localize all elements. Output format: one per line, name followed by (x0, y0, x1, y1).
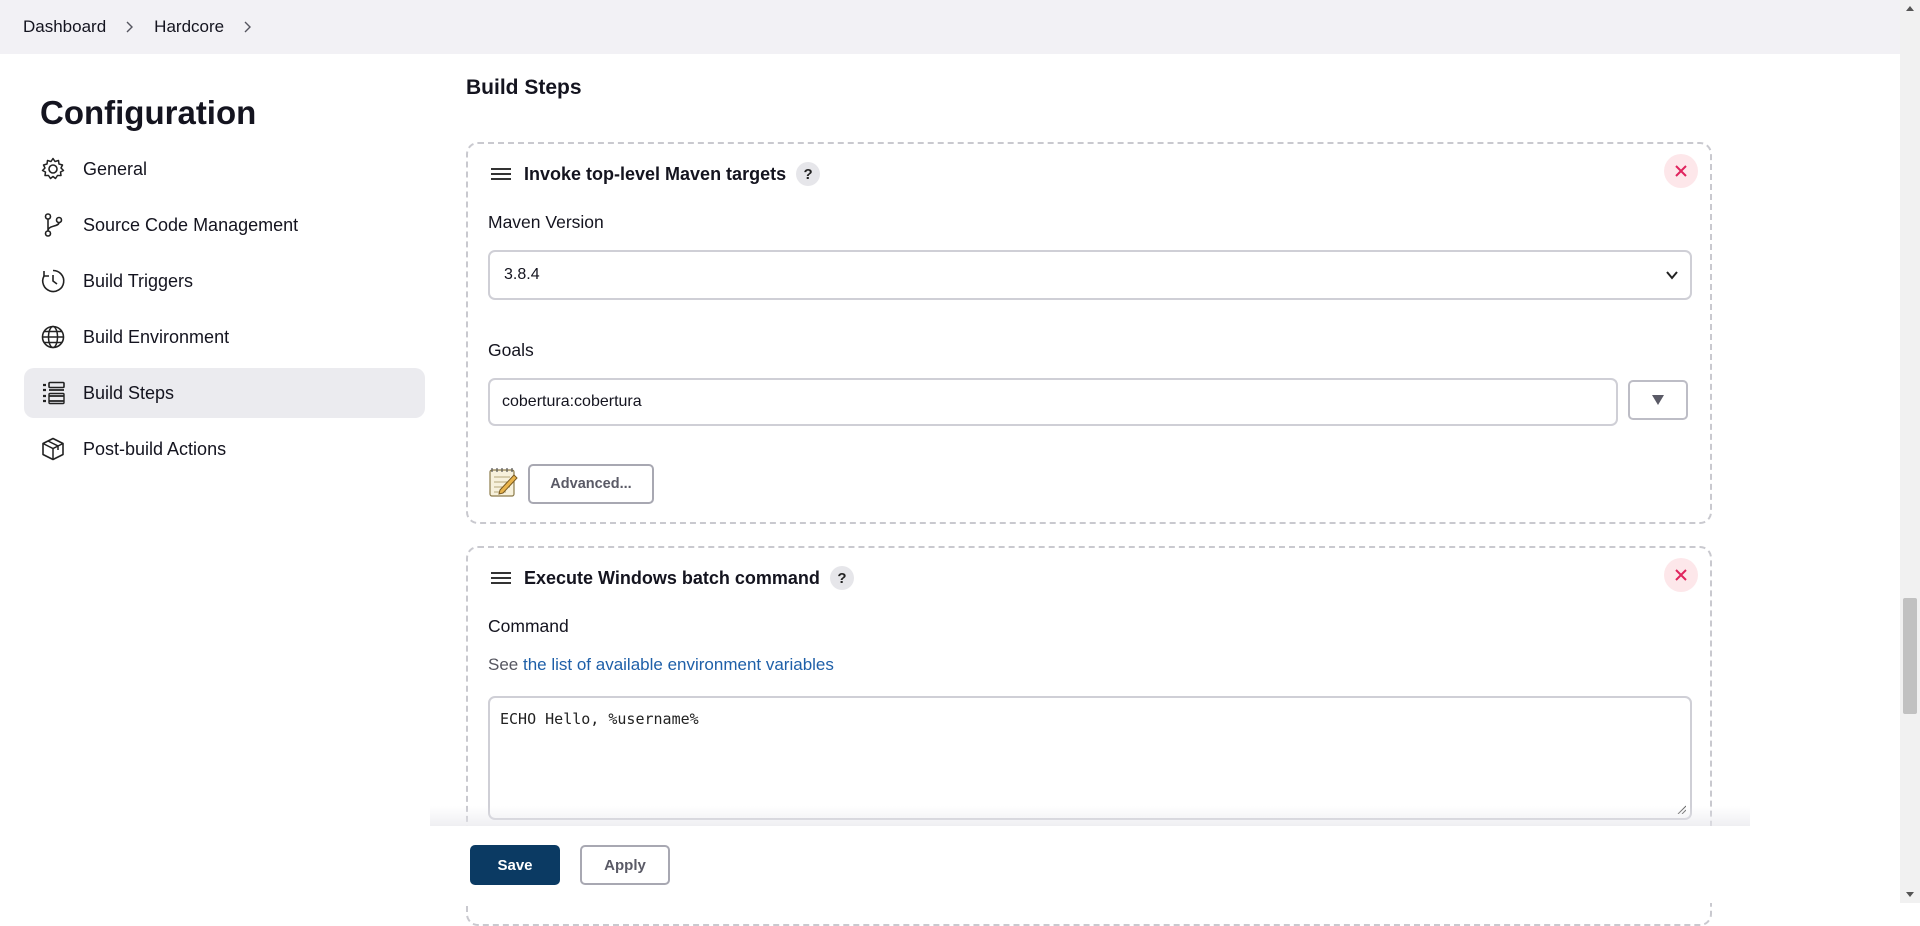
sidebar-item-label: Build Steps (83, 382, 175, 403)
drag-handle-icon[interactable] (490, 166, 512, 182)
advanced-button[interactable]: Advanced... (528, 464, 654, 504)
env-vars-link[interactable]: the list of available environment variab… (523, 655, 834, 674)
step-title: Execute Windows batch command (524, 567, 820, 588)
section-title: Build Steps (466, 76, 582, 99)
build-step-maven: Invoke top-level Maven targets ? Maven V… (466, 142, 1712, 524)
sidebar-item-general[interactable]: General (24, 144, 425, 194)
package-icon (40, 436, 66, 462)
save-button[interactable]: Save (470, 845, 560, 885)
delete-step-button[interactable] (1664, 558, 1698, 592)
sidebar-item-label: General (83, 158, 148, 179)
sidebar-item-label: Source Code Management (83, 214, 299, 235)
chevron-right-icon (124, 21, 136, 33)
help-button[interactable]: ? (796, 162, 821, 186)
close-icon (1675, 569, 1687, 581)
scrollbar-thumb[interactable] (1903, 598, 1917, 714)
branch-icon (40, 212, 66, 238)
step-title: Invoke top-level Maven targets (524, 163, 787, 184)
drag-handle-icon[interactable] (490, 570, 512, 586)
notepad-icon[interactable] (488, 466, 518, 498)
goals-value: cobertura:cobertura (502, 393, 642, 410)
sidebar-item-label: Build Environment (83, 326, 230, 347)
command-value: ECHO Hello, %username% (500, 710, 699, 728)
sidebar-item-label: Build Triggers (83, 270, 194, 291)
vertical-scrollbar[interactable] (1900, 0, 1920, 903)
hint-prefix: See (488, 655, 519, 674)
bottom-bar-shadow (430, 806, 1750, 828)
goals-label: Goals (488, 340, 534, 360)
goals-expand-button[interactable] (1628, 380, 1688, 420)
triangle-down-icon (1652, 395, 1664, 405)
maven-version-select[interactable]: 3.8.4 (488, 250, 1692, 300)
sidebar-item-source-code-management[interactable]: Source Code Management (24, 200, 425, 250)
page-title: Configuration (40, 94, 257, 131)
maven-version-value: 3.8.4 (504, 266, 540, 283)
sidebar-item-build-environment[interactable]: Build Environment (24, 312, 425, 362)
chevron-down-icon (1666, 271, 1678, 280)
apply-button[interactable]: Apply (580, 845, 670, 885)
breadcrumb: Dashboard Hardcore (0, 0, 1900, 54)
step-header: Execute Windows batch command ? (490, 566, 854, 590)
breadcrumb-dashboard[interactable]: Dashboard (23, 17, 106, 37)
env-vars-hint: See the list of available environment va… (488, 655, 834, 675)
clock-icon (40, 268, 66, 294)
globe-icon (40, 324, 66, 350)
list-icon (40, 380, 66, 406)
command-textarea[interactable]: ECHO Hello, %username% (488, 696, 1692, 820)
scroll-down-arrow-icon[interactable] (1900, 887, 1920, 903)
sidebar-item-label: Post-build Actions (83, 438, 227, 459)
step-header: Invoke top-level Maven targets ? (490, 162, 821, 186)
sidebar-item-build-triggers[interactable]: Build Triggers (24, 256, 425, 306)
help-button[interactable]: ? (829, 566, 854, 590)
command-label: Command (488, 616, 569, 636)
scroll-up-arrow-icon[interactable] (1900, 0, 1920, 16)
delete-step-button[interactable] (1664, 154, 1698, 188)
breadcrumb-hardcore[interactable]: Hardcore (154, 17, 224, 37)
chevron-right-icon[interactable] (242, 21, 254, 33)
goals-input[interactable]: cobertura:cobertura (488, 378, 1618, 426)
maven-version-label: Maven Version (488, 212, 604, 232)
bottom-action-bar: Save Apply (430, 826, 1900, 903)
close-icon (1675, 165, 1687, 177)
sidebar-nav: General Source Code Management Build Tri… (24, 144, 425, 480)
sidebar-item-post-build-actions[interactable]: Post-build Actions (24, 424, 425, 474)
sidebar-item-build-steps[interactable]: Build Steps (24, 368, 425, 418)
gear-icon (40, 156, 66, 182)
